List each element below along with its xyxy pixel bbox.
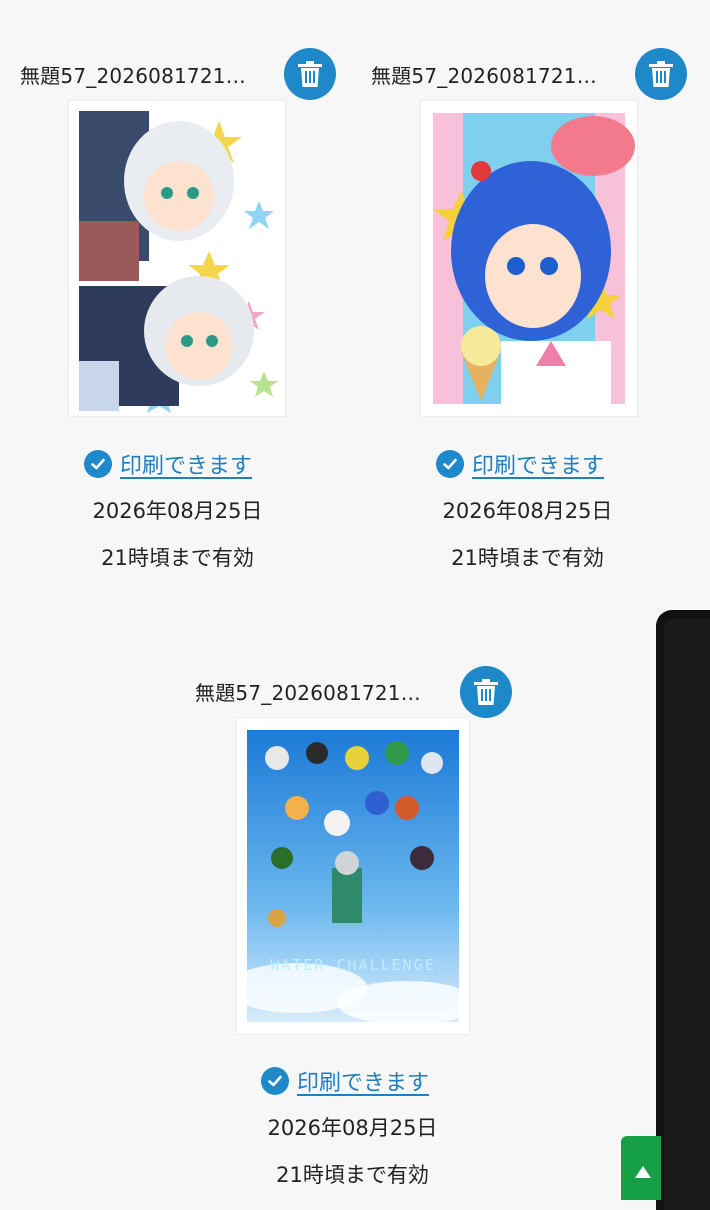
file-card-3: 無題57_2026081721… WATER CHALLENGE 印刷できます … [175, 610, 535, 1200]
file-thumbnail[interactable] [421, 101, 637, 416]
file-name: 無題57_2026081721… [371, 63, 597, 88]
expiry-time: 21時頃まで有効 [276, 1163, 429, 1187]
print-status: 印刷できます [436, 448, 604, 480]
side-panel-inner [664, 618, 710, 1210]
expiry-date: 2026年08月25日 [267, 1116, 438, 1140]
print-status: 印刷できます [84, 448, 252, 480]
file-header: 無題57_2026081721… [20, 49, 246, 99]
file-name: 無題57_2026081721… [20, 63, 246, 88]
check-circle-icon [436, 450, 464, 478]
printable-link[interactable]: 印刷できます [472, 448, 604, 480]
file-header: 無題57_2026081721… [195, 666, 421, 716]
file-card-2: 無題57_2026081721… 印刷できます 2026年08月25日 21時頃… [355, 0, 710, 590]
printable-link[interactable]: 印刷できます [120, 448, 252, 480]
arrow-up-icon [635, 1166, 651, 1178]
trash-icon [474, 679, 498, 705]
print-status: 印刷できます [261, 1065, 429, 1097]
file-header: 無題57_2026081721… [371, 49, 597, 99]
delete-button[interactable] [460, 666, 512, 718]
check-circle-icon [261, 1067, 289, 1095]
scroll-up-button[interactable] [621, 1136, 661, 1200]
side-panel-overlay[interactable] [656, 610, 710, 1210]
expiry-time: 21時頃まで有効 [101, 546, 254, 570]
file-card-1: 無題57_2026081721… 印刷できます 2026年08月25日 21時頃… [0, 0, 355, 590]
trash-icon [649, 61, 673, 87]
expiry-date: 2026年08月25日 [442, 499, 613, 523]
expiry-date: 2026年08月25日 [92, 499, 263, 523]
thumbnail-title: WATER CHALLENGE [270, 956, 435, 974]
file-thumbnail[interactable]: WATER CHALLENGE [237, 718, 469, 1034]
delete-button[interactable] [635, 48, 687, 100]
check-circle-icon [84, 450, 112, 478]
delete-button[interactable] [284, 48, 336, 100]
file-name: 無題57_2026081721… [195, 680, 421, 705]
expiry-time: 21時頃まで有効 [451, 546, 604, 570]
trash-icon [298, 61, 322, 87]
file-thumbnail[interactable] [69, 101, 285, 416]
printable-link[interactable]: 印刷できます [297, 1065, 429, 1097]
